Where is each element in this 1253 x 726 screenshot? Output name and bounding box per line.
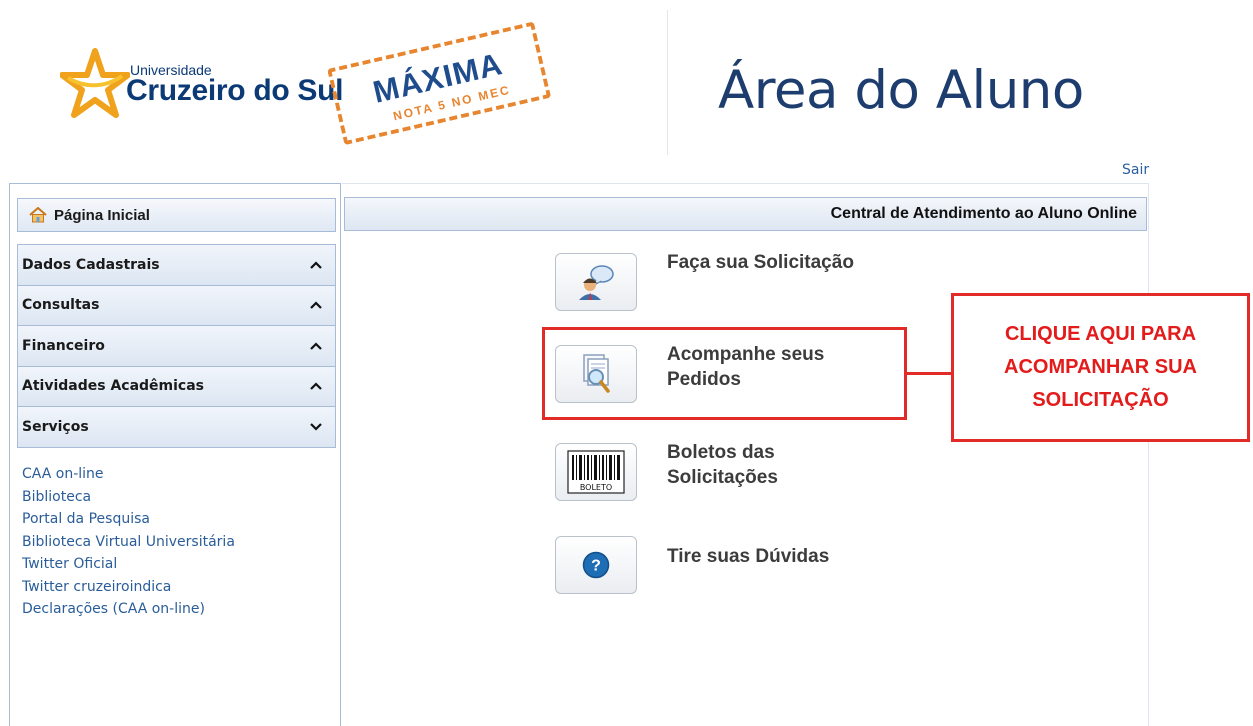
star-logo-icon — [60, 48, 130, 118]
sidebar-item-atividades-academicas[interactable]: Atividades Acadêmicas — [17, 365, 336, 407]
services-submenu: CAA on-line Biblioteca Portal da Pesquis… — [22, 463, 340, 621]
sidebar: Página Inicial Dados Cadastrais Consulta… — [9, 183, 341, 726]
chevron-up-icon — [310, 342, 322, 350]
annotation-connector-line — [907, 372, 951, 375]
annotation-highlight-box — [542, 327, 907, 420]
chevron-up-icon — [310, 382, 322, 391]
help-icon: ? — [582, 551, 610, 579]
option-faca-solicitacao[interactable]: Faça sua Solicitação — [555, 252, 887, 311]
help-icon-text: ? — [591, 558, 601, 575]
option-tire-duvidas[interactable]: ? Tire suas Dúvidas — [555, 536, 887, 594]
link-biblioteca[interactable]: Biblioteca — [22, 486, 340, 509]
link-portal-pesquisa[interactable]: Portal da Pesquisa — [22, 508, 340, 531]
option-label: Boletos das Solicitações — [667, 442, 778, 488]
barcode-icon: BOLETO — [567, 450, 625, 494]
annotation-callout: CLIQUE AQUI PARA ACOMPANHAR SUA SOLICITA… — [951, 293, 1250, 442]
logout-link[interactable]: Sair — [1122, 162, 1149, 178]
home-icon — [29, 207, 47, 223]
link-caa-online[interactable]: CAA on-line — [22, 463, 340, 486]
link-twitter-cruzeiroindica[interactable]: Twitter cruzeiroindica — [22, 576, 340, 599]
sidebar-item-consultas[interactable]: Consultas — [17, 284, 336, 326]
university-logo: Universidade Cruzeiro do Sul MÁXIMA NOTA… — [60, 21, 580, 160]
barcode-icon-text: BOLETO — [580, 483, 612, 492]
option-label: Faça sua Solicitação — [667, 252, 854, 273]
maxima-stamp: MÁXIMA NOTA 5 NO MEC — [308, 2, 574, 172]
support-agent-icon — [579, 265, 614, 300]
chevron-up-icon — [310, 261, 322, 269]
option-boletos-solicitacoes[interactable]: BOLETO Boletos das Solicitações — [555, 442, 887, 501]
main-title: Central de Atendimento ao Aluno Online — [830, 205, 1137, 222]
sidebar-item-label: Serviços — [22, 418, 89, 435]
link-declaracoes[interactable]: Declarações (CAA on-line) — [22, 598, 340, 621]
option-icon-box[interactable] — [555, 253, 637, 311]
link-twitter-oficial[interactable]: Twitter Oficial — [22, 553, 340, 576]
home-label: Página Inicial — [54, 206, 150, 224]
link-biblioteca-virtual[interactable]: Biblioteca Virtual Universitária — [22, 531, 340, 554]
header-divider — [667, 10, 668, 155]
main-header: Central de Atendimento ao Aluno Online — [344, 197, 1147, 231]
home-button[interactable]: Página Inicial — [17, 198, 336, 232]
sidebar-item-label: Dados Cadastrais — [22, 256, 160, 273]
sidebar-item-label: Financeiro — [22, 337, 105, 354]
sidebar-item-servicos[interactable]: Serviços — [17, 406, 336, 448]
option-icon-box[interactable]: ? — [555, 536, 637, 594]
logo-name: Cruzeiro do Sul — [126, 74, 344, 107]
callout-text: CLIQUE AQUI PARA ACOMPANHAR SUA SOLICITA… — [1004, 323, 1197, 411]
chevron-down-icon — [310, 422, 322, 431]
sidebar-item-label: Consultas — [22, 297, 100, 314]
page-title: Área do Aluno — [718, 60, 1084, 121]
sidebar-item-financeiro[interactable]: Financeiro — [17, 325, 336, 367]
sidebar-menu: Dados Cadastrais Consultas Financeiro At… — [17, 244, 336, 448]
sidebar-item-dados-cadastrais[interactable]: Dados Cadastrais — [17, 244, 336, 286]
sidebar-item-label: Atividades Acadêmicas — [22, 378, 205, 395]
option-label: Tire suas Dúvidas — [667, 546, 830, 567]
option-icon-box[interactable]: BOLETO — [555, 443, 637, 501]
chevron-up-icon — [310, 301, 322, 310]
